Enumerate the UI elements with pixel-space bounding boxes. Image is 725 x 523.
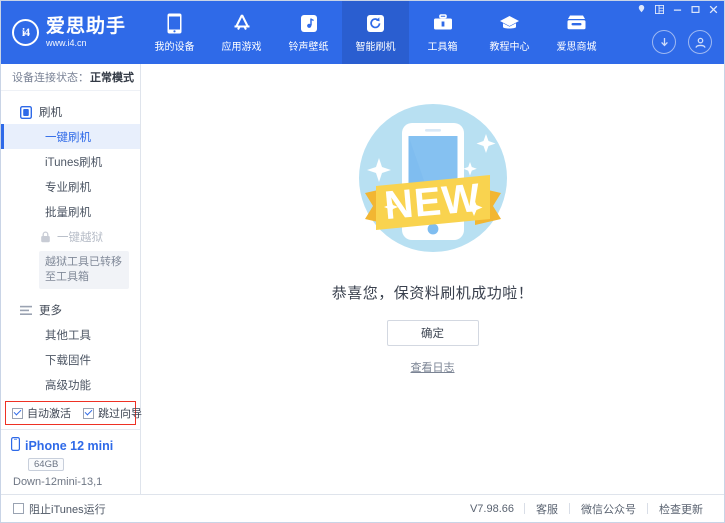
close-icon[interactable] xyxy=(708,4,719,15)
sidebar-item-pro-flash[interactable]: 专业刷机 xyxy=(1,174,140,199)
top-bar: i4 爱思助手 www.i4.cn 我的设备 应用游戏 xyxy=(1,1,724,64)
checkbox-label: 阻止iTunes运行 xyxy=(29,501,106,517)
graduation-cap-icon xyxy=(499,12,520,34)
nav-tab-ringtones-wallpaper[interactable]: 铃声壁纸 xyxy=(275,1,342,64)
sidebar-item-download-firmware[interactable]: 下载固件 xyxy=(1,347,140,372)
sidebar-item-other-tools[interactable]: 其他工具 xyxy=(1,322,140,347)
minimize-icon[interactable] xyxy=(672,4,683,15)
phone-small-icon xyxy=(11,437,20,454)
nav-tab-apps-games[interactable]: 应用游戏 xyxy=(208,1,275,64)
maximize-icon[interactable] xyxy=(690,4,701,15)
new-phone-badge-illustration: NEW xyxy=(343,90,523,270)
store-icon xyxy=(566,12,587,34)
nav-tab-label: 我的设备 xyxy=(155,38,195,53)
sidebar-item-batch-flash[interactable]: 批量刷机 xyxy=(1,199,140,224)
toolbox-icon xyxy=(433,12,453,34)
svg-text:NEW: NEW xyxy=(382,176,482,228)
checkbox-skip-wizard[interactable]: 跳过向导 xyxy=(83,405,142,421)
sidebar-item-label: 一键越狱 xyxy=(57,229,103,245)
device-capacity-badge: 64GB xyxy=(28,458,64,471)
device-title: iPhone 12 mini xyxy=(11,437,140,454)
brand-logo[interactable]: i4 爱思助手 www.i4.cn xyxy=(1,1,141,64)
sidebar-group-flash: 刷机 xyxy=(1,100,140,124)
connection-status: 设备连接状态：正常模式 xyxy=(1,64,140,91)
sidebar-item-label: 其他工具 xyxy=(45,327,91,343)
top-right-actions xyxy=(652,30,712,54)
nav-tab-label: 铃声壁纸 xyxy=(289,38,329,53)
checkbox-label: 跳过向导 xyxy=(98,405,142,421)
nav-tab-label: 爱思商城 xyxy=(557,38,597,53)
confirm-button[interactable]: 确定 xyxy=(387,320,479,346)
nav-tab-store[interactable]: 爱思商城 xyxy=(543,1,610,64)
checkbox-auto-activate[interactable]: 自动激活 xyxy=(12,405,71,421)
sidebar-group-title: 刷机 xyxy=(39,104,62,120)
phone-icon xyxy=(167,12,182,34)
sidebar-options-highlight: 自动激活 跳过向导 xyxy=(5,401,136,425)
nav-tab-tutorial-center[interactable]: 教程中心 xyxy=(476,1,543,64)
connection-status-label: 设备连接状态： xyxy=(12,69,89,85)
sidebar-item-label: 一键刷机 xyxy=(45,129,91,145)
account-icon[interactable] xyxy=(688,30,712,54)
jailbreak-moved-tooltip: 越狱工具已转移至工具箱 xyxy=(39,251,129,289)
menu-icon[interactable] xyxy=(654,4,665,15)
refresh-icon xyxy=(366,12,385,34)
music-icon xyxy=(300,12,318,34)
sidebar-item-itunes-flash[interactable]: iTunes刷机 xyxy=(1,149,140,174)
nav-tab-my-device[interactable]: 我的设备 xyxy=(141,1,208,64)
brand-url: www.i4.cn xyxy=(46,39,126,48)
sidebar-item-label: 高级功能 xyxy=(45,377,91,393)
sidebar-item-label: 专业刷机 xyxy=(45,179,91,195)
checkbox-block-itunes[interactable]: 阻止iTunes运行 xyxy=(13,501,106,517)
checkbox-box xyxy=(13,503,24,514)
sidebar-group-title: 更多 xyxy=(39,302,62,318)
lock-icon xyxy=(39,231,51,243)
brand-badge-icon: i4 xyxy=(12,19,39,46)
body-area: 设备连接状态：正常模式 刷机 一键刷机 iTunes刷机 专业刷机 xyxy=(1,64,724,494)
sidebar-item-label: 下载固件 xyxy=(45,352,91,368)
sidebar-item-label: iTunes刷机 xyxy=(45,154,102,170)
sidebar-item-label: 批量刷机 xyxy=(45,204,91,220)
connection-status-value: 正常模式 xyxy=(90,69,134,85)
version-label: V7.98.66 xyxy=(470,503,514,515)
window-controls xyxy=(636,4,719,15)
device-identifier: Down-12mini-13,1 xyxy=(13,476,140,488)
sidebar-item-advanced-features[interactable]: 高级功能 xyxy=(1,372,140,397)
brand-text: 爱思助手 www.i4.cn xyxy=(46,17,126,48)
flash-device-icon xyxy=(19,106,32,119)
connected-device-info[interactable]: iPhone 12 mini 64GB Down-12mini-13,1 xyxy=(1,429,140,494)
pin-icon[interactable] xyxy=(636,4,647,15)
nav-tab-smart-flash[interactable]: 智能刷机 xyxy=(342,1,409,64)
wechat-official-link[interactable]: 微信公众号 xyxy=(570,501,647,517)
sidebar-item-one-key-flash[interactable]: 一键刷机 xyxy=(1,124,140,149)
brand-name: 爱思助手 xyxy=(46,17,126,36)
customer-service-link[interactable]: 客服 xyxy=(525,501,569,517)
status-bar: 阻止iTunes运行 V7.98.66 客服 微信公众号 检查更新 xyxy=(1,494,724,522)
nav-tab-label: 应用游戏 xyxy=(222,38,262,53)
checkbox-label: 自动激活 xyxy=(27,405,71,421)
main-content: NEW 恭喜您，保资料刷机成功啦！ 确定 查看日志 xyxy=(141,64,724,494)
status-bar-right: V7.98.66 客服 微信公众号 检查更新 xyxy=(470,501,714,517)
nav-tab-toolbox[interactable]: 工具箱 xyxy=(409,1,476,64)
success-message: 恭喜您，保资料刷机成功啦！ xyxy=(332,282,534,303)
appstore-icon xyxy=(231,12,253,34)
nav-tab-label: 智能刷机 xyxy=(356,38,396,53)
sidebar-nav-more: 其他工具 下载固件 高级功能 xyxy=(1,322,140,397)
sidebar-group-more: 更多 xyxy=(1,298,140,322)
sidebar: 设备连接状态：正常模式 刷机 一键刷机 iTunes刷机 专业刷机 xyxy=(1,64,141,494)
nav-tabs: 我的设备 应用游戏 铃声壁纸 智能刷机 xyxy=(141,1,610,64)
check-update-link[interactable]: 检查更新 xyxy=(648,501,714,517)
device-name: iPhone 12 mini xyxy=(25,439,113,453)
download-icon[interactable] xyxy=(652,30,676,54)
nav-tab-label: 工具箱 xyxy=(428,38,458,53)
checkbox-box xyxy=(12,408,23,419)
sidebar-item-one-key-jailbreak: 一键越狱 xyxy=(1,224,140,249)
view-log-link[interactable]: 查看日志 xyxy=(411,359,455,375)
checkbox-box xyxy=(83,408,94,419)
sidebar-nav-flash: 一键刷机 iTunes刷机 专业刷机 批量刷机 一键越狱 越狱工具已转移 xyxy=(1,124,140,289)
list-icon xyxy=(19,304,32,317)
app-window: i4 爱思助手 www.i4.cn 我的设备 应用游戏 xyxy=(0,0,725,523)
nav-tab-label: 教程中心 xyxy=(490,38,530,53)
